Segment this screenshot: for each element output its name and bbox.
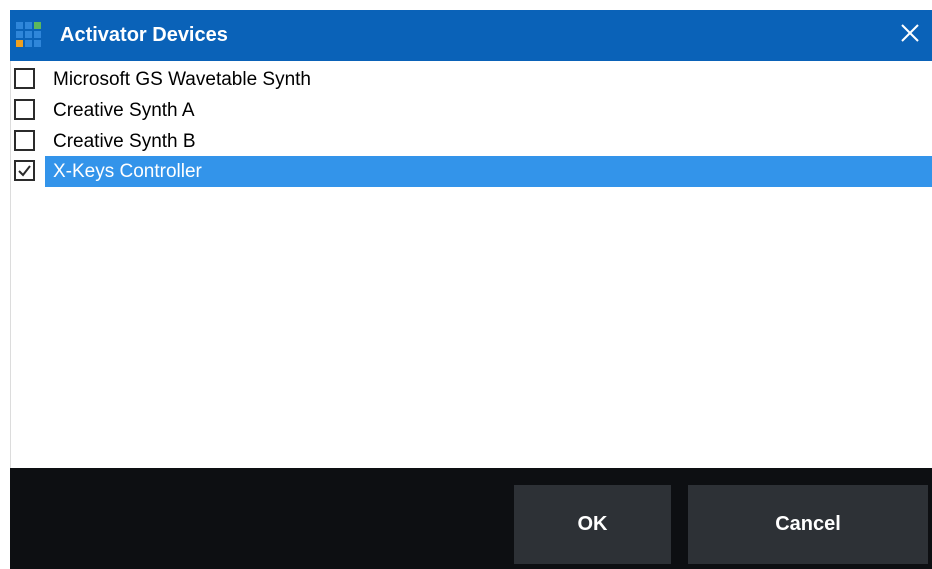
list-item[interactable]: Creative Synth A [11, 95, 932, 126]
checkmark-icon [18, 165, 31, 177]
device-label[interactable]: Creative Synth B [45, 126, 200, 157]
list-item[interactable]: Microsoft GS Wavetable Synth [11, 64, 932, 95]
device-label[interactable]: Creative Synth A [45, 95, 199, 126]
device-list[interactable]: Microsoft GS Wavetable Synth Creative Sy… [10, 61, 932, 468]
device-label[interactable]: X-Keys Controller [45, 156, 932, 187]
ok-button[interactable]: OK [514, 485, 671, 564]
device-label[interactable]: Microsoft GS Wavetable Synth [45, 64, 315, 95]
device-checkbox[interactable] [14, 130, 35, 151]
close-icon [900, 23, 920, 48]
device-checkbox[interactable] [14, 99, 35, 120]
device-checkbox-checked[interactable] [14, 160, 35, 181]
grid-logo-icon [16, 22, 42, 48]
close-button[interactable] [888, 10, 932, 61]
list-item-selected[interactable]: X-Keys Controller [11, 156, 932, 187]
dialog-title: Activator Devices [60, 24, 228, 46]
dialog-footer: OK Cancel [10, 468, 932, 569]
activator-devices-dialog: Activator Devices Microsoft GS Wavetable… [0, 0, 932, 569]
device-checkbox[interactable] [14, 68, 35, 89]
list-item[interactable]: Creative Synth B [11, 126, 932, 157]
cancel-button[interactable]: Cancel [688, 485, 928, 564]
title-bar[interactable]: Activator Devices [10, 10, 932, 61]
